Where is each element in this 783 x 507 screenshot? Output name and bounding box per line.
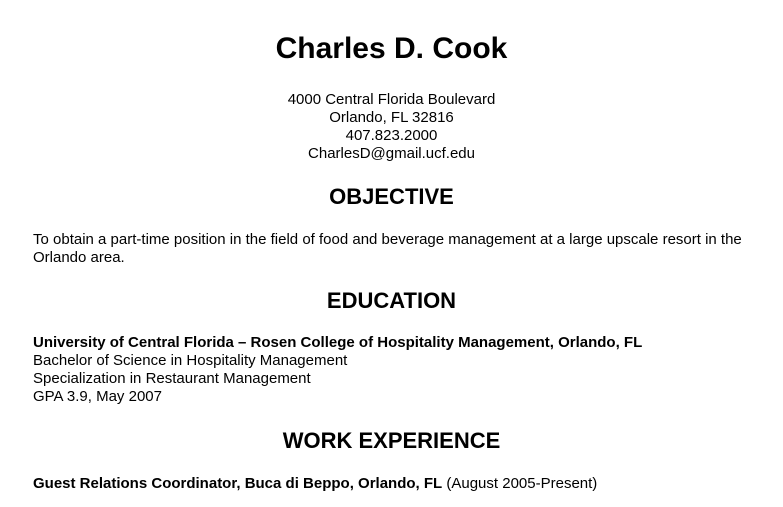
objective-heading: OBJECTIVE: [329, 184, 454, 209]
job-title: Guest Relations Coordinator, Buca di Bep…: [33, 475, 443, 492]
work-experience-heading: WORK EXPERIENCE: [282, 428, 501, 453]
education-heading: EDUCATION: [326, 288, 457, 313]
education-block: University of Central Florida – Rosen Co…: [33, 334, 758, 406]
objective-text: To obtain a part-time position in the fi…: [33, 231, 742, 266]
gpa-date: GPA 3.9, May 2007: [33, 388, 162, 405]
contact-block: 4000 Central Florida Boulevard Orlando, …: [0, 91, 783, 163]
job-dates: (August 2005-Present): [442, 475, 598, 492]
phone-number: 407.823.2000: [345, 127, 438, 144]
school-name: University of Central Florida – Rosen Co…: [33, 334, 643, 351]
address-line-1: 4000 Central Florida Boulevard: [287, 91, 496, 108]
job-entry: Guest Relations Coordinator, Buca di Bep…: [33, 475, 758, 493]
address-line-2: Orlando, FL 32816: [329, 109, 454, 126]
specialization: Specialization in Restaurant Management: [33, 370, 311, 387]
resume-name: Charles D. Cook: [275, 32, 508, 65]
resume-page: Charles D. Cook 4000 Central Florida Bou…: [0, 0, 783, 507]
degree: Bachelor of Science in Hospitality Manag…: [33, 352, 348, 369]
email-address: CharlesD@gmail.ucf.edu: [308, 145, 475, 162]
